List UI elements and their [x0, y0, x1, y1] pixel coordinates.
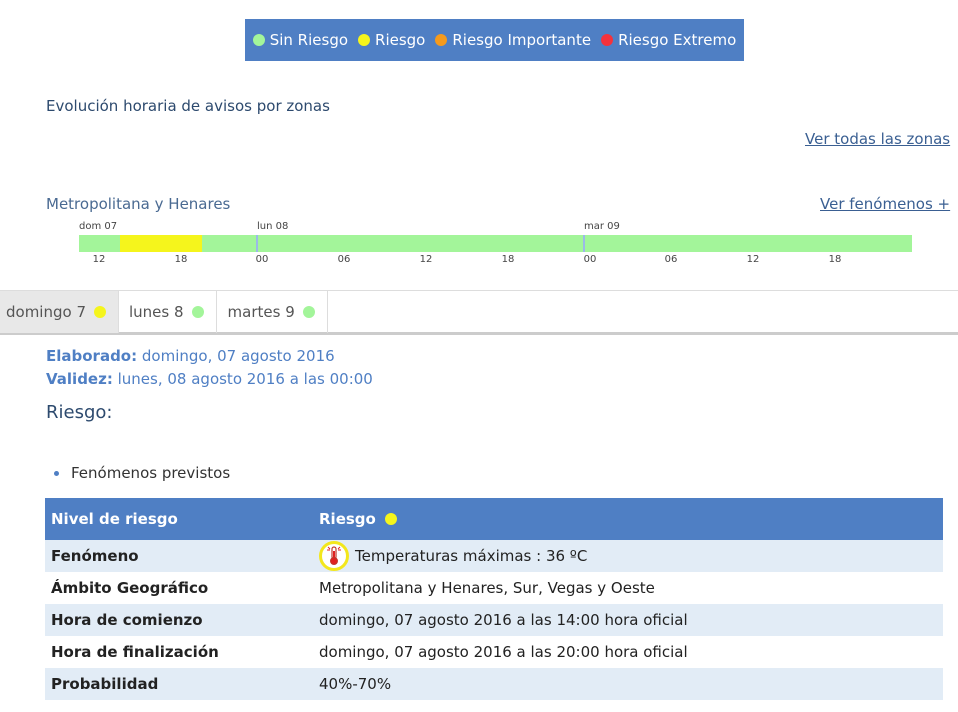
table-row: Probabilidad 40%-70% [45, 668, 943, 700]
timeline-day-label: lun 08 [257, 221, 289, 232]
row-value-cell: Temperaturas máximas : 36 ºC [313, 540, 943, 572]
tab-label: domingo 7 [6, 303, 86, 321]
phenomena-link[interactable]: Ver fenómenos + [820, 195, 950, 213]
header-nivel-de-riesgo: Nivel de riesgo [45, 498, 313, 540]
timeline-hour-label: 12 [419, 254, 433, 265]
legend-label: Sin Riesgo [269, 31, 349, 49]
legend-label: Riesgo Extremo [618, 31, 737, 49]
table-row: Hora de comienzo domingo, 07 agosto 2016… [45, 604, 943, 636]
row-label: Hora de comienzo [45, 604, 313, 636]
row-label: Ámbito Geográfico [51, 579, 209, 597]
legend-item-riesgo-extremo: Riesgo Extremo [601, 31, 736, 49]
row-value: Temperaturas máximas : 36 ºC [355, 547, 588, 565]
all-zones-link[interactable]: Ver todas las zonas [805, 130, 950, 148]
timeline-hour-label: 18 [501, 254, 515, 265]
elaborado-label: Elaborado: [46, 347, 138, 365]
green-dot-icon [302, 306, 315, 318]
timeline-riesgo-segment[interactable] [120, 235, 202, 252]
timeline-day-label: mar 09 [584, 221, 620, 232]
tab-lunes-8[interactable]: lunes 8 [119, 291, 217, 333]
table-row: Ámbito Geográfico Metropolitana y Henare… [45, 572, 943, 604]
timeline-day-label: dom 07 [79, 221, 118, 232]
yellow-dot-icon [385, 513, 398, 525]
row-label: Fenómeno [45, 540, 313, 572]
timeline-day-marker [256, 235, 258, 252]
fenomenos-previstos-item: Fenómenos previstos [54, 464, 230, 482]
green-dot-icon [191, 306, 204, 318]
elaborado-value: domingo, 07 agosto 2016 [137, 347, 335, 365]
fenomenos-previstos-label: Fenómenos previstos [71, 464, 231, 482]
hourly-risk-timeline[interactable] [79, 235, 912, 252]
green-dot-icon [252, 34, 265, 46]
section-title: Evolución horaria de avisos por zonas [46, 97, 330, 115]
yellow-dot-icon [94, 306, 106, 318]
day-tabs: domingo 7 lunes 8 martes 9 [0, 290, 958, 335]
legend-label: Riesgo [375, 31, 426, 49]
legend-item-riesgo: Riesgo [358, 31, 425, 49]
row-label: Hora de finalización [51, 643, 219, 661]
tab-label: martes 9 [227, 303, 295, 321]
red-dot-icon [601, 34, 614, 46]
table-row: Hora de finalización domingo, 07 agosto … [45, 636, 943, 668]
elaborado-line: Elaborado: domingo, 07 agosto 2016 [46, 347, 335, 365]
yellow-dot-icon [358, 34, 371, 46]
legend-item-riesgo-importante: Riesgo Importante [435, 31, 591, 49]
row-label: Probabilidad [45, 668, 313, 700]
row-value: 40%-70% [313, 668, 943, 700]
tab-martes-9[interactable]: martes 9 [217, 291, 328, 333]
table-row: Fenómeno Temperaturas máximas: 36 ºC [45, 540, 943, 572]
risk-details-table: Nivel de riesgo Riesgo Fenómeno Temperat… [45, 498, 943, 700]
risk-legend: Sin Riesgo Riesgo Riesgo Importante Ries… [245, 19, 744, 61]
validez-line: Validez: lunes, 08 agosto 2016 a las 00:… [46, 370, 373, 388]
timeline-hour-label: 00 [255, 254, 269, 265]
timeline-hour-label: 06 [664, 254, 678, 265]
row-value: domingo, 07 agosto 2016 a las 20:00 hora… [319, 643, 688, 661]
timeline-hour-label: 06 [337, 254, 351, 265]
header-riesgo-cell: Riesgo [313, 498, 943, 540]
table-header-row: Nivel de riesgo Riesgo [45, 498, 943, 540]
legend-item-sin-riesgo: Sin Riesgo [252, 31, 349, 49]
timeline-hour-label: 12 [746, 254, 760, 265]
orange-dot-icon [435, 34, 448, 46]
validez-label: Validez: [46, 370, 113, 388]
timeline-hour-label: 00 [583, 254, 597, 265]
row-value: domingo, 07 agosto 2016 a las 14:00 hora… [313, 604, 943, 636]
legend-label: Riesgo Importante [452, 31, 592, 49]
validez-value: lunes, 08 agosto 2016 a las 00:00 [112, 370, 373, 388]
timeline-day-marker [583, 235, 585, 252]
tab-domingo-7[interactable]: domingo 7 [0, 291, 119, 333]
timeline-hour-label: 18 [828, 254, 842, 265]
riesgo-heading: Riesgo: [46, 402, 113, 423]
header-riesgo: Riesgo [319, 510, 376, 528]
tab-label: lunes 8 [129, 303, 184, 321]
zone-name: Metropolitana y Henares [46, 195, 231, 213]
row-value: Metropolitana y Henares, Sur, Vegas y Oe… [319, 579, 655, 597]
thermometer-icon [319, 541, 349, 571]
timeline-hour-label: 18 [174, 254, 188, 265]
timeline-hour-label: 12 [92, 254, 106, 265]
bullet-icon [54, 470, 59, 476]
